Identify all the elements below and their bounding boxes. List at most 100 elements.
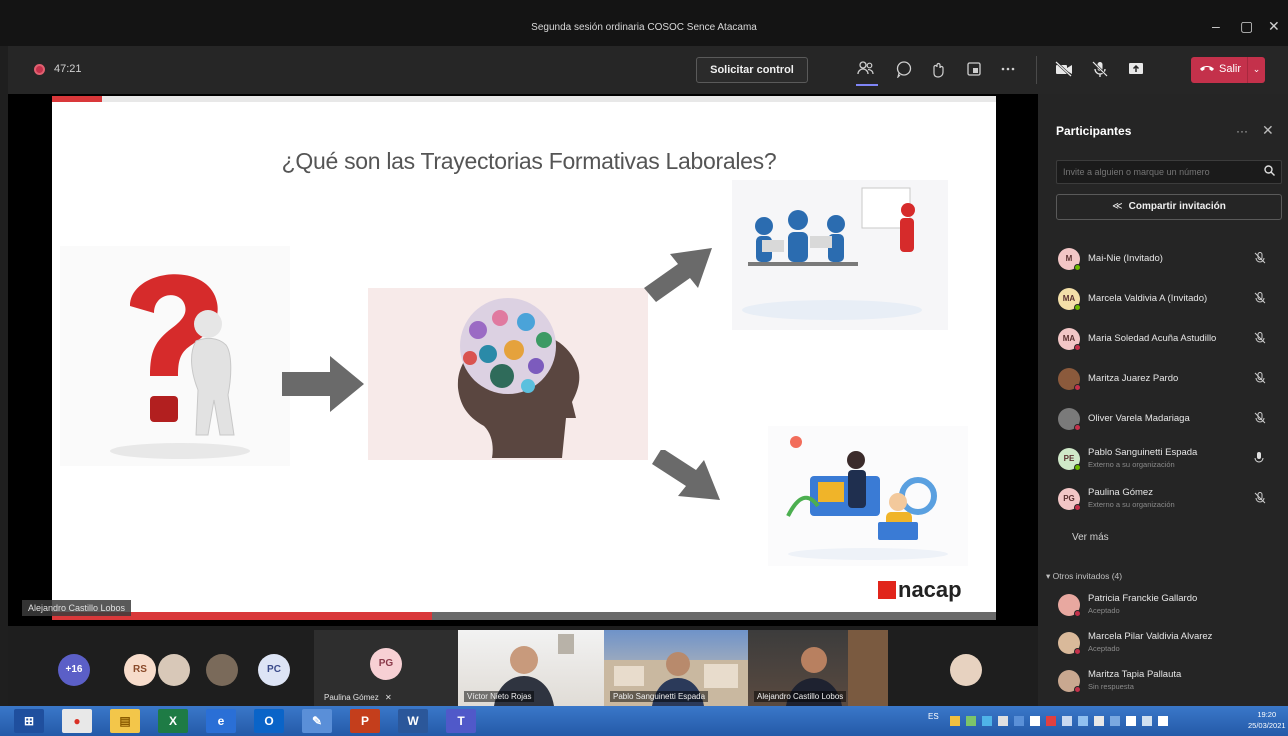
video-tile[interactable]: Pablo Sanguinetti Espada [604, 630, 748, 706]
participant-name: Maria Soledad Acuña Astudillo [1088, 333, 1217, 344]
slide-title: ¿Qué son las Trayectorias Formativas Lab… [281, 148, 777, 174]
presentation-slide: ¿Qué son las Trayectorias Formativas Lab… [52, 96, 996, 620]
language-indicator[interactable]: ES [928, 712, 939, 721]
leave-label: Salir [1219, 63, 1242, 75]
chat-icon[interactable] [894, 60, 914, 80]
avatar: PG [370, 648, 402, 680]
paint-icon[interactable]: ✎ [302, 709, 332, 733]
participant-row[interactable]: Maritza Juarez Pardo [1056, 362, 1288, 396]
request-control-button[interactable]: Solicitar control [696, 57, 808, 83]
arrow-right-icon [282, 356, 364, 412]
close-icon[interactable]: ✕ [1268, 18, 1280, 35]
teams-icon[interactable]: T [446, 709, 476, 733]
avatar[interactable] [950, 654, 982, 686]
excel-icon[interactable]: X [158, 709, 188, 733]
status-badge [1074, 424, 1081, 431]
see-more-link[interactable]: Ver más [1072, 532, 1109, 543]
arrow-up-right-icon [644, 248, 712, 302]
participant-name: Marcela Pilar Valdivia Alvarez [1088, 631, 1213, 642]
avatar[interactable]: +16 [58, 654, 90, 686]
participants-icon[interactable] [856, 60, 876, 80]
invitee-row[interactable]: Patricia Franckie Gallardo Aceptado [1056, 588, 1288, 622]
share-icon[interactable] [1126, 60, 1146, 80]
mic-off-icon [1254, 412, 1266, 427]
powerpoint-icon[interactable]: P [350, 709, 380, 733]
more-icon[interactable] [998, 60, 1018, 80]
participant-name: Mai-Nie (Invitado) [1088, 253, 1163, 264]
invite-search-input[interactable] [1056, 160, 1282, 184]
participant-row[interactable]: M Mai-Nie (Invitado) [1056, 242, 1288, 276]
presenter-name-label: Alejandro Castillo Lobos [22, 600, 132, 616]
search-icon[interactable] [1264, 165, 1275, 179]
minimize-icon[interactable]: – [1212, 18, 1220, 34]
status-badge [1074, 610, 1081, 617]
status-badge [1074, 504, 1081, 511]
status-badge [1074, 384, 1081, 391]
avatar[interactable] [206, 654, 238, 686]
tile-name-label: Alejandro Castillo Lobos [754, 691, 847, 702]
active-speaker-label: Paulina Gómez ✕ [324, 693, 392, 702]
participant-name: Pablo Sanguinetti Espada [1088, 447, 1198, 458]
toolbar-divider [1036, 56, 1037, 84]
mic-off-icon [1254, 372, 1266, 387]
participant-name: Marcela Valdivia A (Invitado) [1088, 293, 1208, 304]
mic-off-icon: ✕ [384, 693, 392, 702]
chevron-down-icon[interactable]: ⌄ [1247, 57, 1265, 83]
classroom-image [732, 180, 948, 330]
tile-name-label: Víctor Nieto Rojas [464, 691, 535, 702]
status-badge [1074, 344, 1081, 351]
share-invitation-label: Compartir invitación [1128, 201, 1226, 212]
clock-date: 25/03/2021 [1248, 721, 1286, 730]
windows-taskbar: ⊞ ● ▤ Xe O ✎ P W T ES 19:20 25/03/2021 [0, 706, 1288, 736]
leave-button[interactable]: Salir ⌄ [1191, 57, 1265, 83]
avatar[interactable]: RS [124, 654, 156, 686]
mic-icon [1254, 452, 1264, 467]
word-icon[interactable]: W [398, 709, 428, 733]
status-badge [1074, 464, 1081, 471]
participant-row[interactable]: MA Maria Soledad Acuña Astudillo [1056, 322, 1288, 356]
participants-active-indicator [856, 84, 878, 86]
shared-content-stage: ¿Qué son las Trayectorias Formativas Lab… [8, 94, 1038, 626]
participant-name: Patricia Franckie Gallardo [1088, 593, 1198, 604]
avatar[interactable]: PC [258, 654, 290, 686]
mic-off-icon [1254, 492, 1266, 507]
participant-subtitle: Externo a su organización [1088, 460, 1175, 469]
system-tray-icons[interactable] [950, 715, 1218, 727]
participant-row[interactable]: MA Marcela Valdivia A (Invitado) [1056, 282, 1288, 316]
chrome-icon[interactable]: ● [62, 709, 92, 733]
reactions-icon[interactable] [928, 60, 948, 80]
panel-more-icon[interactable]: ··· [1236, 124, 1248, 138]
participant-name: Oliver Varela Madariaga [1088, 413, 1190, 424]
video-tile[interactable]: Víctor Nieto Rojas [458, 630, 604, 706]
outlook-icon[interactable]: O [254, 709, 284, 733]
video-gallery: +16 RS PC PG Paulina Gómez ✕ Víctor Nieto … [8, 626, 1038, 706]
workplace-image [768, 426, 968, 566]
invitee-row[interactable]: Marcela Pilar Valdivia Alvarez Aceptado [1056, 626, 1288, 660]
rooms-icon[interactable] [964, 60, 984, 80]
participants-panel: Participantes ··· ✕ ≪ Compartir invitació… [1038, 94, 1288, 706]
start-icon[interactable]: ⊞ [14, 709, 44, 733]
video-tile[interactable]: Alejandro Castillo Lobos [748, 630, 888, 706]
mic-off-icon[interactable] [1090, 60, 1110, 80]
share-invitation-button[interactable]: ≪ Compartir invitación [1056, 194, 1282, 220]
status-badge [1074, 264, 1081, 271]
explorer-icon[interactable]: ▤ [110, 709, 140, 733]
participant-row[interactable]: Oliver Varela Madariaga [1056, 402, 1288, 436]
maximize-icon[interactable]: ▢ [1240, 18, 1253, 35]
avatar[interactable] [158, 654, 190, 686]
active-speaker-tile[interactable]: PG Paulina Gómez ✕ [314, 630, 460, 706]
panel-close-icon[interactable]: ✕ [1262, 122, 1274, 139]
participant-row[interactable]: PG Paulina Gómez Externo a su organización [1056, 482, 1288, 516]
ie-icon[interactable]: e [206, 709, 236, 733]
other-invitees-header[interactable]: ▾ Otros invitados (4) [1046, 571, 1122, 582]
question-mark-figure-image [60, 246, 290, 466]
participant-row[interactable]: PE Pablo Sanguinetti Espada Externo a su o… [1056, 442, 1288, 476]
status-badge [1074, 686, 1081, 693]
arrow-down-right-icon [652, 450, 720, 500]
camera-off-icon[interactable] [1054, 60, 1074, 80]
window-title: Segunda sesión ordinaria COSOC Sence Ata… [531, 22, 757, 33]
invitee-row[interactable]: Maritza Tapia Pallauta Sin respuesta [1056, 664, 1288, 698]
taskbar-clock[interactable]: 19:20 25/03/2021 [1248, 709, 1286, 731]
mic-off-icon [1254, 252, 1266, 267]
status-badge [1074, 648, 1081, 655]
